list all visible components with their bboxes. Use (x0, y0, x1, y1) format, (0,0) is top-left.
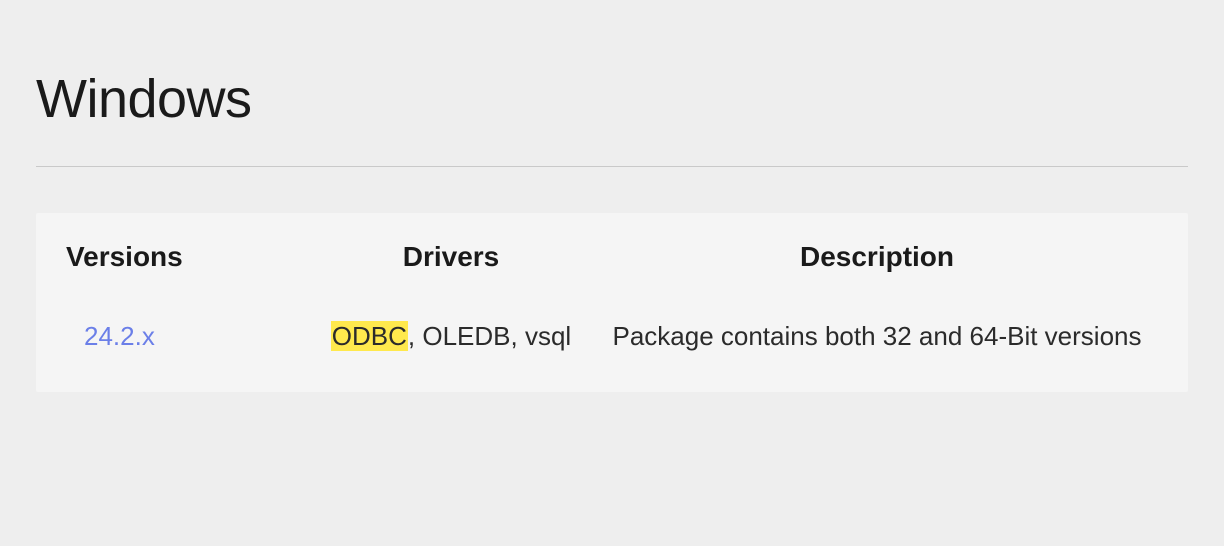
cell-version: 24.2.x (66, 317, 306, 356)
version-link[interactable]: 24.2.x (66, 321, 155, 351)
table-row: 24.2.x ODBC, OLEDB, vsql Package contain… (36, 295, 1188, 392)
cell-description: Package contains both 32 and 64-Bit vers… (596, 317, 1158, 356)
driver-rest: , OLEDB, vsql (408, 321, 571, 351)
column-header-description: Description (596, 241, 1158, 273)
section-container: Windows Versions Drivers Description 24.… (0, 0, 1224, 432)
drivers-table: Versions Drivers Description 24.2.x ODBC… (36, 213, 1188, 392)
page-title: Windows (36, 68, 1188, 130)
cell-drivers: ODBC, OLEDB, vsql (306, 317, 596, 356)
column-header-drivers: Drivers (306, 241, 596, 273)
driver-highlight: ODBC (331, 321, 408, 351)
section-divider (36, 166, 1188, 167)
column-header-versions: Versions (66, 241, 306, 273)
table-header-row: Versions Drivers Description (36, 213, 1188, 295)
